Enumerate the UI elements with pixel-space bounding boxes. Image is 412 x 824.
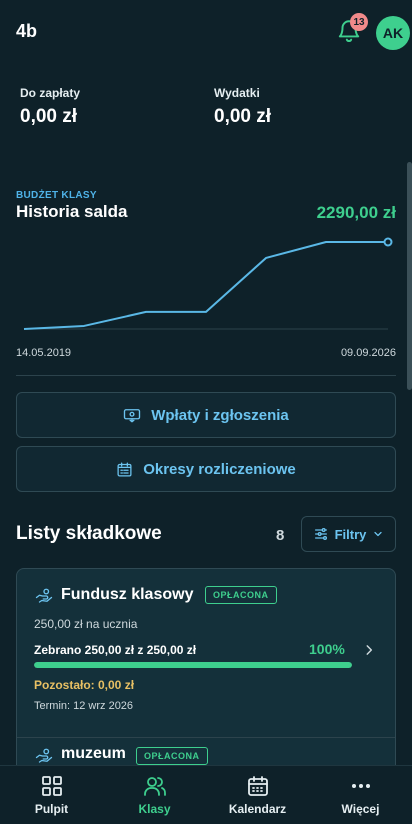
card-divider [17, 737, 395, 738]
sliders-icon [314, 528, 327, 540]
users-icon [143, 777, 166, 796]
chart-end-date: 09.09.2026 [340, 347, 396, 359]
status-badge: OPŁACONA [205, 586, 277, 604]
hand-coin-icon [35, 748, 53, 763]
budget-title: Historia salda [16, 202, 128, 221]
payments-button-label: Wpłaty i zgłoszenia [151, 406, 289, 424]
nav-item-label: Kalendarz [228, 802, 287, 816]
stat-to-pay: Do zapłaty 0,00 zł [20, 86, 80, 128]
section-count: 8 [276, 527, 285, 544]
chart-start-date: 14.05.2019 [16, 347, 72, 359]
notification-badge: 13 [350, 13, 368, 31]
section-title: Listy składkowe [16, 523, 162, 544]
nav-item-label: Pulpit [34, 802, 69, 816]
progress-percent: 100% [309, 641, 345, 657]
nav-item-pulpit[interactable]: Pulpit [0, 766, 103, 824]
per-person-amount: 250,00 zł na ucznia [34, 617, 138, 631]
filter-button[interactable]: Filtry [301, 516, 396, 552]
divider [16, 375, 396, 376]
calendar-list-icon [117, 461, 132, 477]
balance-chart [23, 237, 393, 330]
money-transfer-icon [124, 409, 141, 423]
chevron-right-icon[interactable] [362, 643, 376, 657]
progress-bar-fill [34, 662, 352, 668]
stat-value: 0,00 zł [20, 106, 78, 127]
stat-value: 0,00 zł [214, 106, 272, 127]
hand-coin-icon [35, 588, 53, 603]
class-title: 4b [16, 21, 38, 41]
calendar-icon [247, 776, 268, 796]
remaining-amount: Pozostało: 0,00 zł [34, 678, 135, 692]
budget-kicker: BUDŻET KLASY [16, 190, 97, 201]
deadline: Termin: 12 wrz 2026 [34, 700, 134, 712]
chevron-down-icon [374, 531, 383, 537]
collected-text: Zebrano 250,00 zł z 250,00 zł [34, 643, 197, 657]
card-title: Fundusz klasowy [61, 586, 194, 603]
status-badge: OPŁACONA [136, 747, 208, 765]
stat-label: Do zapłaty [20, 86, 81, 100]
nav-item-kalendarz[interactable]: Kalendarz [206, 766, 309, 824]
nav-item-wiecej[interactable]: Więcej [309, 766, 412, 824]
avatar[interactable]: AK [376, 16, 410, 50]
grid-icon [41, 776, 62, 796]
payments-button[interactable]: Wpłaty i zgłoszenia [16, 392, 396, 438]
more-icon [351, 784, 370, 788]
periods-button[interactable]: Okresy rozliczeniowe [16, 446, 396, 492]
nav-item-klasy[interactable]: Klasy [103, 766, 206, 824]
bottom-nav: Pulpit Klasy Kalendarz Więcej [0, 765, 412, 824]
stat-expenses: Wydatki 0,00 zł [214, 86, 271, 128]
top-bar: 4b 13 AK [0, 0, 412, 64]
stat-label: Wydatki [214, 86, 260, 100]
chart-end-point [383, 237, 393, 247]
nav-item-label: Więcej [341, 802, 380, 816]
nav-item-label: Klasy [138, 802, 171, 816]
card-title: muzeum [61, 745, 126, 762]
periods-button-label: Okresy rozliczeniowe [143, 460, 296, 478]
filter-button-label: Filtry [334, 526, 367, 542]
chart-series-line [23, 241, 388, 330]
progress-bar [34, 662, 352, 668]
budget-amount: 2290,00 zł [316, 203, 396, 222]
